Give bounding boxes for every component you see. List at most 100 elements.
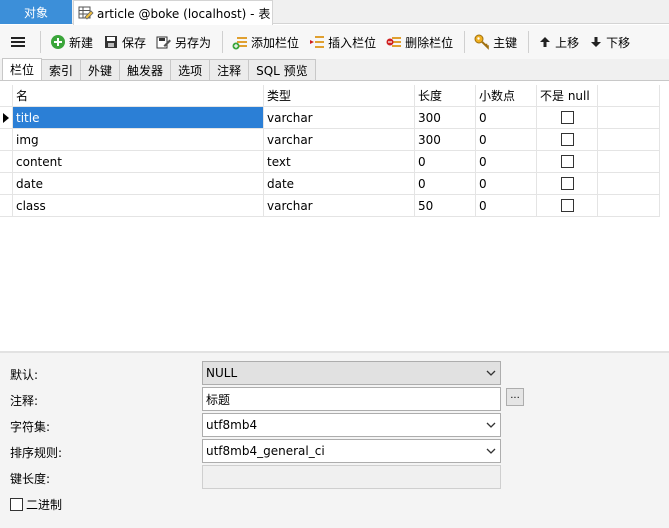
insert-field-button[interactable]: 插入栏位 [305, 29, 380, 55]
toolbar-separator [40, 31, 41, 53]
ellipsis-label: ... [510, 390, 520, 401]
field-name-cell[interactable]: content [13, 151, 264, 173]
save-button[interactable]: 保存 [99, 29, 150, 55]
field-length-cell[interactable]: 300 [415, 107, 476, 129]
binary-option[interactable]: 二进制 [10, 496, 62, 513]
field-name-cell[interactable]: title [13, 107, 264, 129]
field-decimals: 0 [479, 132, 487, 147]
key-length-field [202, 465, 501, 489]
column-header-decimals[interactable]: 小数点 [476, 85, 537, 107]
not-null-checkbox[interactable] [560, 133, 574, 146]
field-not-null-cell[interactable] [537, 107, 598, 129]
field-length: 300 [418, 132, 441, 147]
field-length-cell[interactable]: 0 [415, 173, 476, 195]
column-header-not-null[interactable]: 不是 null [537, 85, 598, 107]
binary-checkbox[interactable] [10, 498, 23, 511]
save-button-label: 保存 [122, 35, 147, 50]
table-row[interactable]: img varchar 300 0 [0, 129, 660, 151]
add-field-icon [232, 37, 248, 50]
toolbar-separator [464, 31, 466, 53]
comment-field[interactable]: 标题 [202, 387, 501, 411]
move-down-button[interactable]: 下移 [585, 29, 634, 55]
column-header-name[interactable]: 名 [13, 85, 264, 107]
field-not-null-cell[interactable] [537, 129, 598, 151]
not-null-checkbox[interactable] [560, 111, 574, 124]
field-decimals-cell[interactable]: 0 [476, 107, 537, 129]
column-header-type-label: 类型 [267, 89, 292, 103]
default-label: 默认: [10, 368, 39, 382]
field-name: title [16, 110, 40, 125]
field-decimals-cell[interactable]: 0 [476, 173, 537, 195]
collation-label: 排序规则: [10, 446, 63, 460]
default-select[interactable]: NULL [202, 361, 501, 385]
field-decimals: 0 [479, 176, 487, 191]
field-not-null-cell[interactable] [537, 151, 598, 173]
tab-objects[interactable]: 对象 [0, 0, 72, 24]
table-row[interactable]: content text 0 0 [0, 151, 660, 173]
field-name-cell[interactable]: date [13, 173, 264, 195]
field-decimals: 0 [479, 154, 487, 169]
tab-sql-preview[interactable]: SQL 预览 [248, 59, 316, 80]
column-header-type[interactable]: 类型 [264, 85, 415, 107]
charset-value: utf8mb4 [206, 418, 258, 432]
tab-indexes[interactable]: 索引 [41, 59, 82, 80]
field-not-null-cell[interactable] [537, 173, 598, 195]
column-header-filler [598, 85, 660, 107]
primary-key-button[interactable]: 主键 [470, 29, 521, 55]
row-indicator [0, 107, 13, 129]
charset-select[interactable]: utf8mb4 [202, 413, 501, 437]
delete-field-button[interactable]: 删除栏位 [382, 29, 457, 55]
insert-field-icon [310, 36, 325, 48]
field-type-cell[interactable]: varchar [264, 107, 415, 129]
row-indicator [0, 129, 13, 151]
default-row: 默认: NULL [0, 361, 669, 385]
row-filler [598, 107, 660, 129]
collation-select[interactable]: utf8mb4_general_ci [202, 439, 501, 463]
field-type-cell[interactable]: varchar [264, 195, 415, 217]
field-not-null-cell[interactable] [537, 195, 598, 217]
table-row[interactable]: class varchar 50 0 [0, 195, 660, 217]
field-length-cell[interactable]: 50 [415, 195, 476, 217]
field-length-cell[interactable]: 0 [415, 151, 476, 173]
tab-triggers[interactable]: 触发器 [119, 59, 172, 80]
tab-table-design[interactable]: article @boke (localhost) - 表 [73, 0, 273, 25]
row-filler [598, 195, 660, 217]
insert-field-button-label: 插入栏位 [328, 35, 377, 50]
field-type-cell[interactable]: date [264, 173, 415, 195]
field-type-cell[interactable]: text [264, 151, 415, 173]
primary-key-button-label: 主键 [493, 35, 518, 50]
new-plus-icon [51, 35, 65, 49]
tab-fields[interactable]: 栏位 [2, 58, 43, 80]
new-button[interactable]: 新建 [46, 29, 97, 55]
not-null-checkbox[interactable] [560, 177, 574, 190]
field-type: varchar [267, 198, 313, 213]
move-up-button[interactable]: 上移 [534, 29, 583, 55]
save-as-button[interactable]: 另存为 [152, 29, 215, 55]
not-null-checkbox[interactable] [560, 155, 574, 168]
tab-foreign-keys[interactable]: 外键 [80, 59, 121, 80]
menu-button[interactable] [6, 29, 33, 55]
arrow-up-icon [540, 37, 551, 47]
field-decimals-cell[interactable]: 0 [476, 151, 537, 173]
field-decimals-cell[interactable]: 0 [476, 129, 537, 151]
table-row[interactable]: date date 0 0 [0, 173, 660, 195]
tab-comment[interactable]: 注释 [209, 59, 250, 80]
field-decimals-cell[interactable]: 0 [476, 195, 537, 217]
fields-grid: 名 类型 长度 小数点 不是 null title varchar 300 0 … [0, 83, 669, 351]
tab-fields-label: 栏位 [10, 63, 35, 77]
add-field-button[interactable]: 添加栏位 [228, 29, 303, 55]
field-type: varchar [267, 110, 313, 125]
field-length-cell[interactable]: 300 [415, 129, 476, 151]
table-row[interactable]: title varchar 300 0 [0, 107, 660, 129]
field-type-cell[interactable]: varchar [264, 129, 415, 151]
tab-options[interactable]: 选项 [170, 59, 211, 80]
column-header-length[interactable]: 长度 [415, 85, 476, 107]
field-name-cell[interactable]: class [13, 195, 264, 217]
field-type: varchar [267, 132, 313, 147]
collation-value: utf8mb4_general_ci [206, 444, 325, 458]
comment-ellipsis-button[interactable]: ... [506, 388, 524, 406]
add-field-button-label: 添加栏位 [251, 35, 300, 50]
not-null-checkbox[interactable] [560, 199, 574, 212]
toolbar-separator [528, 31, 530, 53]
field-name-cell[interactable]: img [13, 129, 264, 151]
